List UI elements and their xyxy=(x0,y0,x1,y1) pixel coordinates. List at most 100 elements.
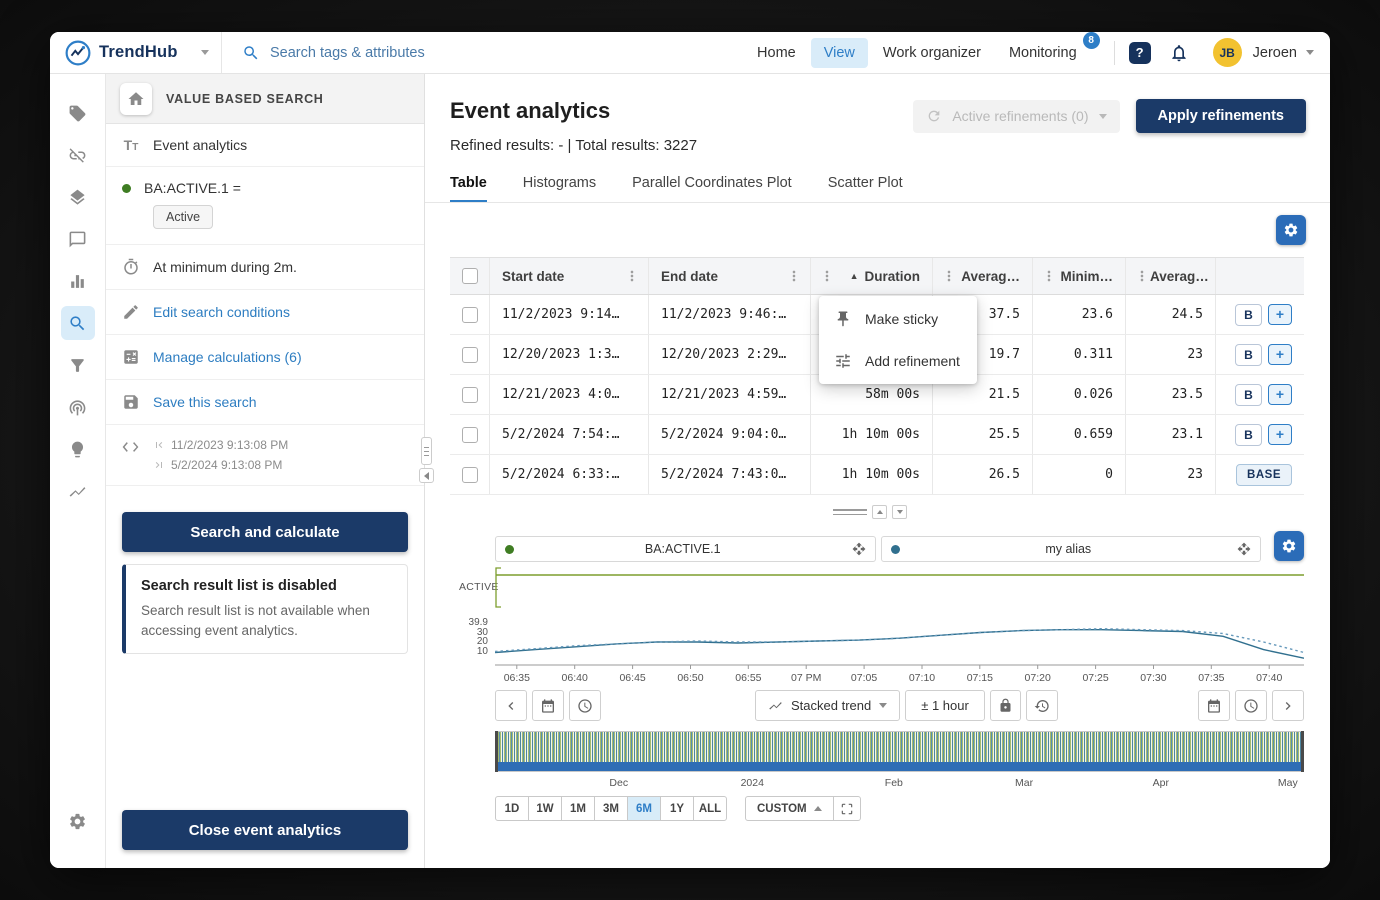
time-offset-dropdown[interactable]: ± 1 hour xyxy=(905,690,985,721)
row-checkbox[interactable] xyxy=(462,427,478,443)
close-event-analytics-button[interactable]: Close event analytics xyxy=(122,810,408,850)
table-settings-button[interactable] xyxy=(1276,215,1306,245)
splitter-grip[interactable] xyxy=(833,506,867,518)
brand-menu-caret-icon[interactable] xyxy=(201,50,209,55)
splitter-expand-down-button[interactable] xyxy=(892,505,907,519)
help-button[interactable]: ? xyxy=(1129,42,1151,64)
row-checkbox[interactable] xyxy=(462,467,478,483)
column-menu-icon[interactable] xyxy=(624,268,640,284)
base-state-chip[interactable]: BASE xyxy=(1236,464,1292,486)
tab-parallel-coordinates-plot[interactable]: Parallel Coordinates Plot xyxy=(632,175,792,203)
move-icon[interactable] xyxy=(852,542,866,556)
menu-item-label: Make sticky xyxy=(865,311,938,327)
cell-start-date: 12/20/2023 1:3… xyxy=(490,335,649,374)
sort-asc-icon[interactable]: ▲ xyxy=(850,271,859,281)
zoom-1w-button[interactable]: 1W xyxy=(528,796,562,821)
tab-histograms[interactable]: Histograms xyxy=(523,175,596,203)
nav-home[interactable]: Home xyxy=(744,38,809,68)
trend-chart[interactable]: ACTIVE 39.9302010 06:3506:4006:4506:5006… xyxy=(450,565,1304,690)
select-all-checkbox[interactable] xyxy=(462,268,478,284)
nav-work-organizer[interactable]: Work organizer xyxy=(870,38,994,68)
calendar-icon xyxy=(540,698,556,714)
expand-timeline-button[interactable] xyxy=(834,796,861,821)
condition-value-chip[interactable]: Active xyxy=(153,205,213,229)
timeline-right-handle[interactable] xyxy=(1301,731,1304,772)
base-chip[interactable]: B xyxy=(1235,344,1262,366)
active-refinements-dropdown[interactable]: Active refinements (0) xyxy=(913,100,1119,133)
menu-item-add-refinement[interactable]: Add refinement xyxy=(819,340,977,382)
column-menu-icon[interactable] xyxy=(1134,268,1150,284)
rail-signal-button[interactable] xyxy=(61,390,95,424)
search-and-calculate-button[interactable]: Search and calculate xyxy=(122,512,408,552)
rail-layers-button[interactable] xyxy=(61,180,95,214)
pan-right-button[interactable] xyxy=(1272,690,1304,721)
menu-item-make-sticky[interactable]: Make sticky xyxy=(819,298,977,340)
panel-resize-handle[interactable] xyxy=(421,437,432,465)
add-refinement-chip[interactable]: + xyxy=(1268,424,1292,445)
tab-scatter-plot[interactable]: Scatter Plot xyxy=(828,175,903,203)
pan-left-button[interactable] xyxy=(495,690,527,721)
notifications-bell-icon[interactable] xyxy=(1169,43,1189,63)
row-checkbox[interactable] xyxy=(462,347,478,363)
add-refinement-chip[interactable]: + xyxy=(1268,304,1292,325)
avatar[interactable]: JB xyxy=(1213,38,1242,67)
start-time-picker-button[interactable] xyxy=(569,690,601,721)
row-checkbox[interactable] xyxy=(462,387,478,403)
rail-search-button[interactable] xyxy=(61,306,95,340)
chart-type-dropdown[interactable]: Stacked trend xyxy=(755,690,900,721)
timeline-left-handle[interactable] xyxy=(495,731,498,772)
legend-chip[interactable]: my alias xyxy=(881,536,1262,562)
rail-pulse-button[interactable] xyxy=(61,474,95,508)
rail-bulb-button[interactable] xyxy=(61,432,95,466)
edit-search-conditions-link[interactable]: Edit search conditions xyxy=(106,290,424,335)
move-icon[interactable] xyxy=(1237,542,1251,556)
column-menu-icon[interactable] xyxy=(819,268,835,284)
zoom-all-button[interactable]: ALL xyxy=(693,796,727,821)
chart-settings-button[interactable] xyxy=(1274,531,1304,561)
rail-barchart-button[interactable] xyxy=(61,264,95,298)
zoom-1m-button[interactable]: 1M xyxy=(561,796,595,821)
user-menu-caret-icon[interactable] xyxy=(1306,50,1314,55)
nav-monitoring[interactable]: Monitoring 8 xyxy=(996,38,1090,68)
results-summary: Refined results: - | Total results: 3227 xyxy=(450,137,697,154)
base-chip[interactable]: B xyxy=(1235,424,1262,446)
zoom-3m-button[interactable]: 3M xyxy=(594,796,628,821)
rail-tag-button[interactable] xyxy=(61,96,95,130)
tab-table[interactable]: Table xyxy=(450,175,487,203)
global-search-input[interactable]: Search tags & attributes xyxy=(222,44,744,62)
table-chart-splitter xyxy=(833,505,907,519)
base-chip[interactable]: B xyxy=(1235,384,1262,406)
custom-range-button[interactable]: CUSTOM xyxy=(745,796,834,821)
add-refinement-chip[interactable]: + xyxy=(1268,384,1292,405)
save-this-search-link[interactable]: Save this search xyxy=(106,380,424,425)
column-menu-icon[interactable] xyxy=(941,268,957,284)
zoom-1d-button[interactable]: 1D xyxy=(495,796,529,821)
legend-chip[interactable]: BA:ACTIVE.1 xyxy=(495,536,876,562)
rail-unlink-button[interactable] xyxy=(61,138,95,172)
add-refinement-chip[interactable]: + xyxy=(1268,344,1292,365)
home-button[interactable] xyxy=(120,83,152,115)
manage-calculations-link[interactable]: Manage calculations (6) xyxy=(106,335,424,380)
brand-section[interactable]: TrendHub xyxy=(50,32,222,73)
panel-collapse-button[interactable] xyxy=(419,468,434,483)
end-time-picker-button[interactable] xyxy=(1235,690,1267,721)
column-menu-icon[interactable] xyxy=(786,268,802,284)
column-menu-icon[interactable] xyxy=(1041,268,1057,284)
zoom-6m-button[interactable]: 6M xyxy=(627,796,661,821)
base-chip[interactable]: B xyxy=(1235,304,1262,326)
lock-scales-button[interactable] xyxy=(990,690,1021,721)
apply-refinements-button[interactable]: Apply refinements xyxy=(1136,99,1307,133)
trend-plot-svg[interactable] xyxy=(495,565,1304,671)
timeline-overview[interactable] xyxy=(495,731,1304,772)
zoom-1y-button[interactable]: 1Y xyxy=(660,796,694,821)
splitter-expand-up-button[interactable] xyxy=(872,505,887,519)
rail-comment-button[interactable] xyxy=(61,222,95,256)
nav-view[interactable]: View xyxy=(811,38,868,68)
search-result-disabled-notice: Search result list is disabled Search re… xyxy=(122,564,408,654)
rail-settings-button[interactable] xyxy=(61,804,95,838)
row-checkbox[interactable] xyxy=(462,307,478,323)
end-date-picker-button[interactable] xyxy=(1198,690,1230,721)
start-date-picker-button[interactable] xyxy=(532,690,564,721)
history-button[interactable] xyxy=(1026,690,1058,721)
rail-funnel-button[interactable] xyxy=(61,348,95,382)
